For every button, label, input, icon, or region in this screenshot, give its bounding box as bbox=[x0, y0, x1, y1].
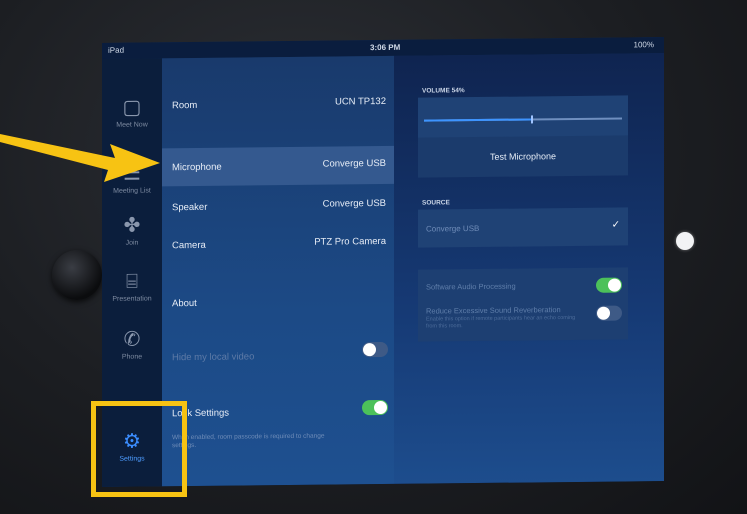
about-row[interactable]: About bbox=[162, 282, 394, 322]
software-audio-toggle[interactable] bbox=[596, 277, 622, 293]
volume-fill bbox=[424, 118, 531, 122]
audio-options-panel: Software Audio Processing Reduce Excessi… bbox=[418, 267, 628, 342]
meet-now-icon: ▢ bbox=[122, 96, 142, 119]
status-time: 3:06 PM bbox=[370, 42, 401, 53]
camera-label: Camera bbox=[172, 239, 206, 252]
toggle-knob bbox=[363, 343, 376, 357]
sidebar-item-label: Join bbox=[125, 239, 139, 247]
sidebar-item-label: Phone bbox=[121, 353, 143, 361]
volume-slider[interactable] bbox=[424, 115, 622, 124]
source-value: Converge USB bbox=[426, 223, 480, 234]
lock-settings-row: Lock Settings bbox=[162, 392, 394, 432]
test-microphone-button[interactable]: Test Microphone bbox=[418, 135, 628, 178]
room-label: Room bbox=[172, 99, 198, 112]
settings-list: Room UCN TP132 Microphone Converge USB S… bbox=[162, 55, 394, 487]
sidebar-item-phone[interactable]: ✆ Phone bbox=[102, 320, 162, 377]
room-value: UCN TP132 bbox=[334, 95, 386, 108]
volume-thumb[interactable] bbox=[530, 115, 533, 124]
toggle-knob bbox=[597, 306, 610, 320]
source-caption: SOURCE bbox=[422, 199, 450, 207]
annotation-arrow bbox=[0, 134, 160, 182]
phone-icon: ✆ bbox=[123, 328, 141, 351]
microphone-label: Microphone bbox=[172, 161, 222, 174]
presentation-icon: ⌸ bbox=[126, 270, 138, 293]
volume-caption: VOLUME 54% bbox=[422, 87, 465, 95]
toggle-knob bbox=[608, 278, 621, 292]
sidebar-item-label: Meet Now bbox=[116, 121, 148, 129]
checkmark-icon: ✓ bbox=[611, 219, 620, 231]
sidebar-item-label: Presentation bbox=[112, 295, 152, 303]
hide-video-row: Hide my local video bbox=[162, 336, 394, 376]
source-option[interactable]: Converge USB ✓ bbox=[418, 207, 628, 248]
lock-settings-note: When enabled, room passcode is required … bbox=[172, 432, 325, 450]
microphone-detail-panel: VOLUME 54% Test Microphone SOURCE Conver… bbox=[394, 53, 664, 484]
reduce-reverb-toggle[interactable] bbox=[596, 305, 622, 321]
device-label: iPad bbox=[108, 45, 125, 55]
lock-settings-toggle[interactable] bbox=[362, 399, 388, 416]
annotation-highlight-box bbox=[91, 401, 187, 497]
tablet-camera-dot bbox=[676, 232, 694, 250]
battery-indicator: 100% bbox=[633, 40, 654, 50]
hide-video-toggle[interactable] bbox=[362, 341, 388, 358]
sidebar-item-presentation[interactable]: ⌸ Presentation bbox=[102, 262, 162, 319]
join-icon: ✤ bbox=[123, 214, 141, 237]
about-label: About bbox=[172, 297, 197, 310]
camera-row[interactable]: Camera PTZ Pro Camera bbox=[162, 224, 394, 264]
room-row[interactable]: Room UCN TP132 bbox=[162, 84, 394, 124]
reduce-reverb-note: Enable this option if remote participant… bbox=[426, 314, 576, 330]
tablet-home-button bbox=[52, 250, 102, 300]
sidebar-item-join[interactable]: ✤ Join bbox=[102, 206, 162, 263]
software-audio-label: Software Audio Processing bbox=[426, 281, 516, 292]
camera-value: PTZ Pro Camera bbox=[314, 235, 386, 248]
speaker-row[interactable]: Speaker Converge USB bbox=[162, 186, 394, 226]
microphone-value: Converge USB bbox=[322, 157, 386, 170]
microphone-row[interactable]: Microphone Converge USB bbox=[162, 145, 394, 187]
volume-panel bbox=[418, 95, 628, 142]
speaker-label: Speaker bbox=[172, 201, 208, 214]
speaker-value: Converge USB bbox=[322, 197, 386, 210]
toggle-knob bbox=[374, 400, 387, 415]
hide-video-label: Hide my local video bbox=[172, 351, 255, 364]
reduce-reverb-label: Reduce Excessive Sound Reverberation bbox=[426, 305, 561, 316]
